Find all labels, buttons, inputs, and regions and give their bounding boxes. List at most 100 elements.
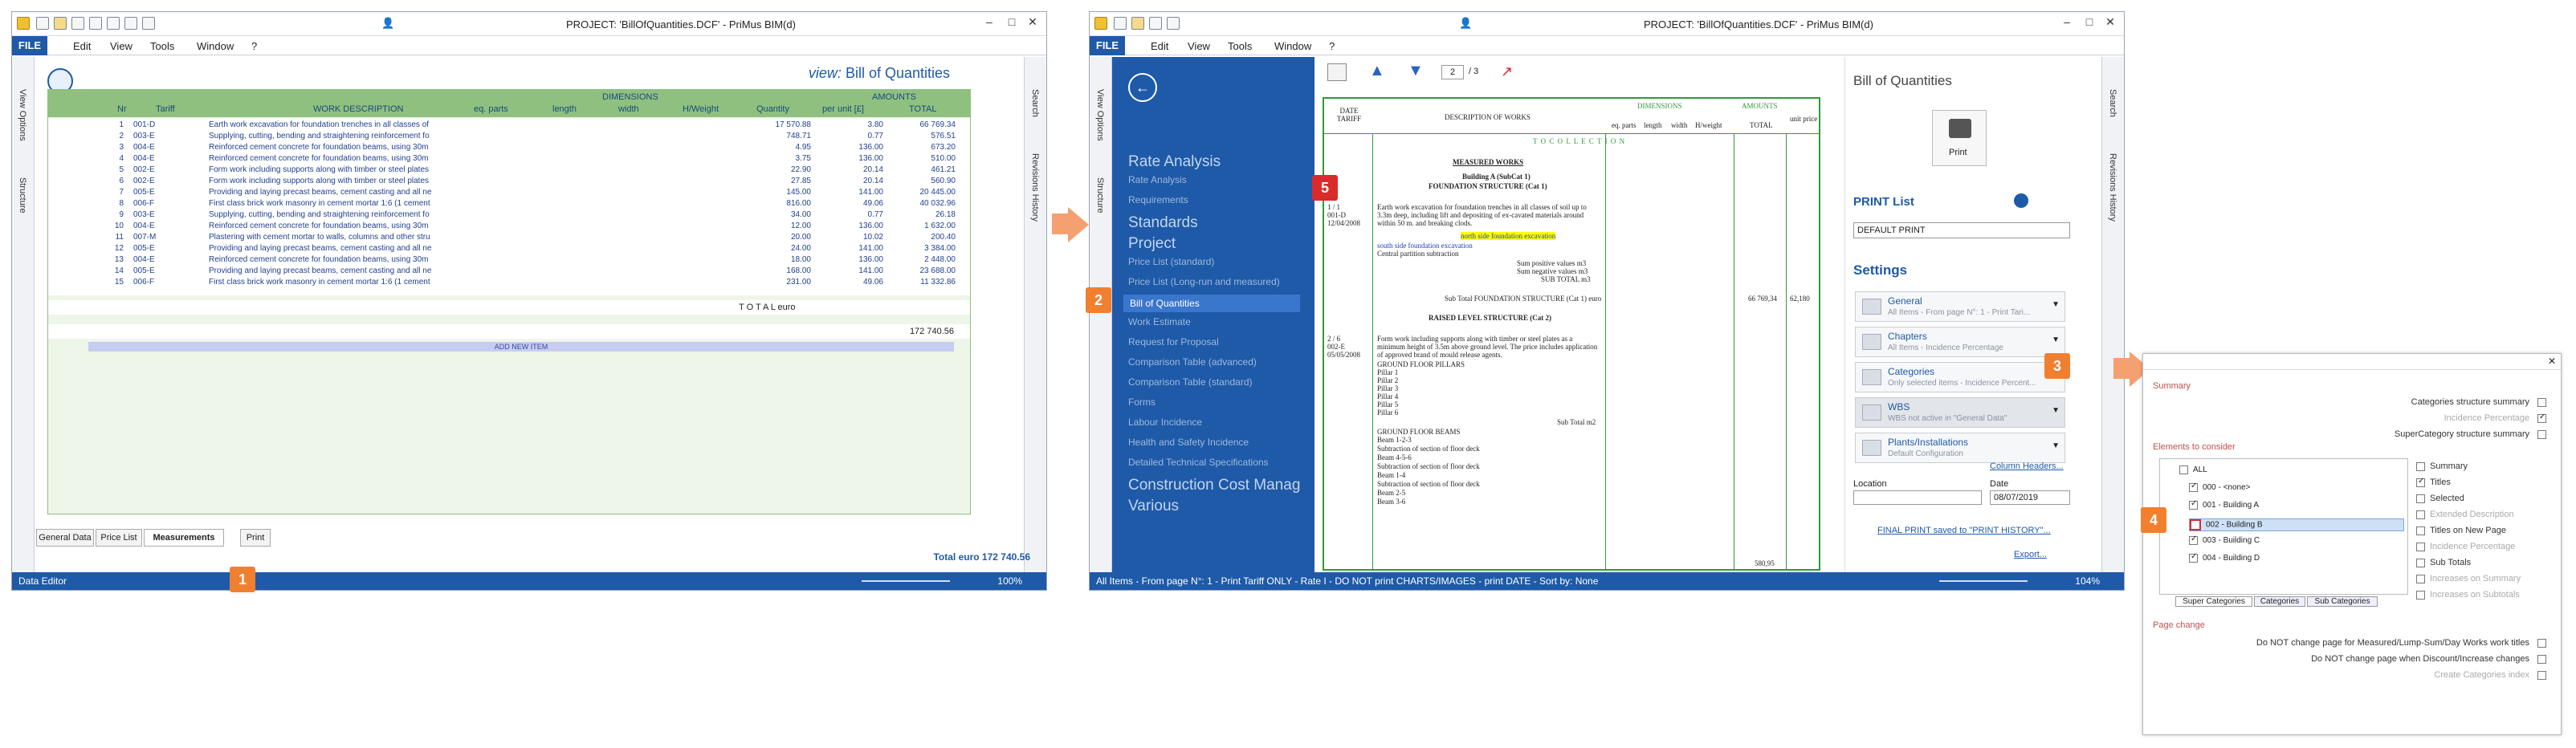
summary-option[interactable]: Incidence Percentage	[2444, 413, 2551, 423]
table-row[interactable]: 15 006-F First class brick work masonry in…	[48, 278, 970, 288]
chevron-down-icon[interactable]: ▼	[2052, 300, 2060, 309]
undo-icon[interactable]	[107, 17, 120, 30]
menu-file[interactable]: FILE	[12, 36, 47, 55]
menu-tools[interactable]: Tools	[1228, 40, 1252, 52]
nav-item[interactable]: Health and Safety Incidence	[1128, 437, 1249, 448]
nav-heading[interactable]: Standards	[1128, 214, 1198, 232]
display-option[interactable]: Sub Totals	[2416, 558, 2471, 567]
nav-item[interactable]: Comparison Table (advanced)	[1128, 356, 1257, 368]
print-icon[interactable]	[89, 17, 102, 30]
nav-heading[interactable]: Construction Cost Manag	[1128, 477, 1300, 494]
structure-tab[interactable]: Structure	[18, 177, 27, 213]
tab-categories[interactable]: Categories	[2254, 596, 2305, 607]
option-checkbox[interactable]	[2416, 477, 2425, 487]
tree-checkbox[interactable]	[2190, 519, 2201, 531]
nav-item[interactable]: Detailed Technical Specifications	[1128, 457, 1269, 468]
settings-item[interactable]: General All Items - From page N°: 1 - Pri…	[1855, 291, 2065, 322]
print-button[interactable]: Print	[1932, 110, 1987, 166]
table-row[interactable]: 10 004-E Reinforced cement concrete for fo…	[48, 222, 970, 232]
nav-item[interactable]: Price List (standard)	[1128, 256, 1214, 267]
display-option[interactable]: Selected	[2416, 494, 2464, 503]
date-input[interactable]: 08/07/2019	[1990, 490, 2070, 505]
open-icon[interactable]	[1131, 17, 1144, 30]
table-row[interactable]: 3 004-E Reinforced cement concrete for fou…	[48, 143, 970, 153]
tab-general-data[interactable]: General Data	[36, 529, 94, 547]
close-icon[interactable]: ✕	[1024, 15, 1041, 31]
settings-item[interactable]: WBS WBS not active in "General Data" ▼	[1855, 397, 2065, 428]
menu-window[interactable]: Window	[1274, 40, 1311, 52]
tree-item[interactable]: 000 - <none>	[2189, 482, 2404, 496]
table-row[interactable]: 13 004-E Reinforced cement concrete for fo…	[48, 255, 970, 266]
nav-item-selected[interactable]: Bill of Quantities	[1123, 295, 1300, 312]
option-checkbox[interactable]	[2416, 510, 2425, 519]
tree-item[interactable]: 001 - Building A	[2189, 499, 2404, 514]
structure-tab[interactable]: Structure	[1095, 177, 1105, 213]
final-print-link[interactable]: FINAL PRINT saved to "PRINT HISTORY"...	[1877, 526, 2051, 535]
chevron-down-icon[interactable]: ▼	[2052, 406, 2060, 415]
display-option[interactable]: Summary	[2416, 461, 2468, 471]
add-new-item-row[interactable]: ADD NEW ITEM	[88, 342, 954, 352]
maximize-icon[interactable]: □	[1003, 15, 1021, 31]
print-select[interactable]: DEFAULT PRINT	[1853, 222, 2070, 238]
search-tab[interactable]: Search	[2108, 89, 2117, 117]
option-checkbox[interactable]	[2416, 461, 2425, 471]
back-icon[interactable]: ←	[1128, 73, 1157, 102]
save-icon[interactable]	[71, 17, 84, 30]
menu-file[interactable]: FILE	[1090, 36, 1125, 55]
user-icon[interactable]: 👤	[1459, 17, 1472, 30]
new-icon[interactable]	[36, 17, 49, 30]
menu-help[interactable]: ?	[251, 40, 257, 52]
tree-item[interactable]: ALL	[2179, 465, 2404, 478]
table-row[interactable]: 7 005-E Providing and laying precast beams…	[48, 188, 970, 198]
tree-checkbox[interactable]	[2189, 552, 2198, 563]
table-row[interactable]: 14 005-E Providing and laying precast beam…	[48, 266, 970, 277]
page-change-option[interactable]: Do NOT change page when Discount/Increas…	[2311, 654, 2551, 664]
nav-item[interactable]: Forms	[1128, 396, 1156, 408]
option-checkbox[interactable]	[2416, 494, 2425, 503]
search-tab[interactable]: Search	[1030, 89, 1040, 117]
export-pdf-icon[interactable]: ↗	[1501, 63, 1513, 80]
tree-checkbox[interactable]	[2189, 499, 2198, 510]
nav-heading[interactable]: Various	[1128, 498, 1179, 515]
minimize-icon[interactable]: –	[2058, 15, 2076, 31]
nav-item[interactable]: Labour Incidence	[1128, 417, 1202, 428]
zoom-slider[interactable]	[862, 580, 950, 582]
add-print-icon[interactable]	[2014, 193, 2028, 208]
nav-item[interactable]: Request for Proposal	[1128, 336, 1219, 348]
nav-heading[interactable]: Rate Analysis	[1128, 153, 1221, 171]
open-icon[interactable]	[54, 17, 67, 30]
nav-item[interactable]: Comparison Table (standard)	[1128, 376, 1253, 388]
table-row[interactable]: 4 004-E Reinforced cement concrete for fou…	[48, 154, 970, 165]
location-input[interactable]	[1853, 490, 1982, 505]
option-checkbox[interactable]	[2416, 574, 2425, 583]
page-input[interactable]: 2	[1441, 65, 1464, 79]
option-checkbox[interactable]	[2537, 638, 2546, 648]
next-page-icon[interactable]: ▼	[1408, 62, 1424, 80]
revisions-history-tab[interactable]: Revisions History	[1030, 153, 1040, 222]
tree-checkbox[interactable]	[2189, 535, 2198, 545]
tab-measurements[interactable]: Measurements	[144, 529, 224, 547]
close-icon[interactable]: ✕	[2548, 356, 2556, 367]
option-checkbox[interactable]	[2537, 413, 2546, 423]
page-change-option[interactable]: Do NOT change page for Measured/Lump-Sum…	[2256, 638, 2551, 648]
option-checkbox[interactable]	[2416, 526, 2425, 535]
menu-tools[interactable]: Tools	[150, 40, 174, 52]
tree-item[interactable]: 004 - Building D	[2189, 552, 2404, 567]
export-link[interactable]: Export...	[2014, 550, 2047, 559]
maximize-icon[interactable]: □	[2081, 15, 2098, 31]
display-option[interactable]: Incidence Percentage	[2416, 542, 2515, 551]
nav-item[interactable]: Requirements	[1128, 194, 1188, 205]
prev-page-icon[interactable]: ▲	[1369, 62, 1385, 80]
chevron-down-icon[interactable]: ▼	[2052, 335, 2060, 344]
new-icon[interactable]	[1114, 17, 1127, 30]
nav-item[interactable]: Rate Analysis	[1128, 174, 1187, 185]
table-row[interactable]: 6 002-E Form work including supports along…	[48, 177, 970, 187]
zoom-slider[interactable]	[1939, 580, 2028, 582]
option-checkbox[interactable]	[2416, 590, 2425, 600]
display-option[interactable]: Extended Description	[2416, 510, 2514, 519]
revisions-history-tab[interactable]: Revisions History	[2108, 153, 2117, 222]
redo-icon[interactable]	[124, 17, 137, 30]
option-checkbox[interactable]	[2537, 670, 2546, 680]
tab-super-categories[interactable]: Super Categories	[2175, 596, 2252, 607]
paste-icon[interactable]	[142, 17, 155, 30]
